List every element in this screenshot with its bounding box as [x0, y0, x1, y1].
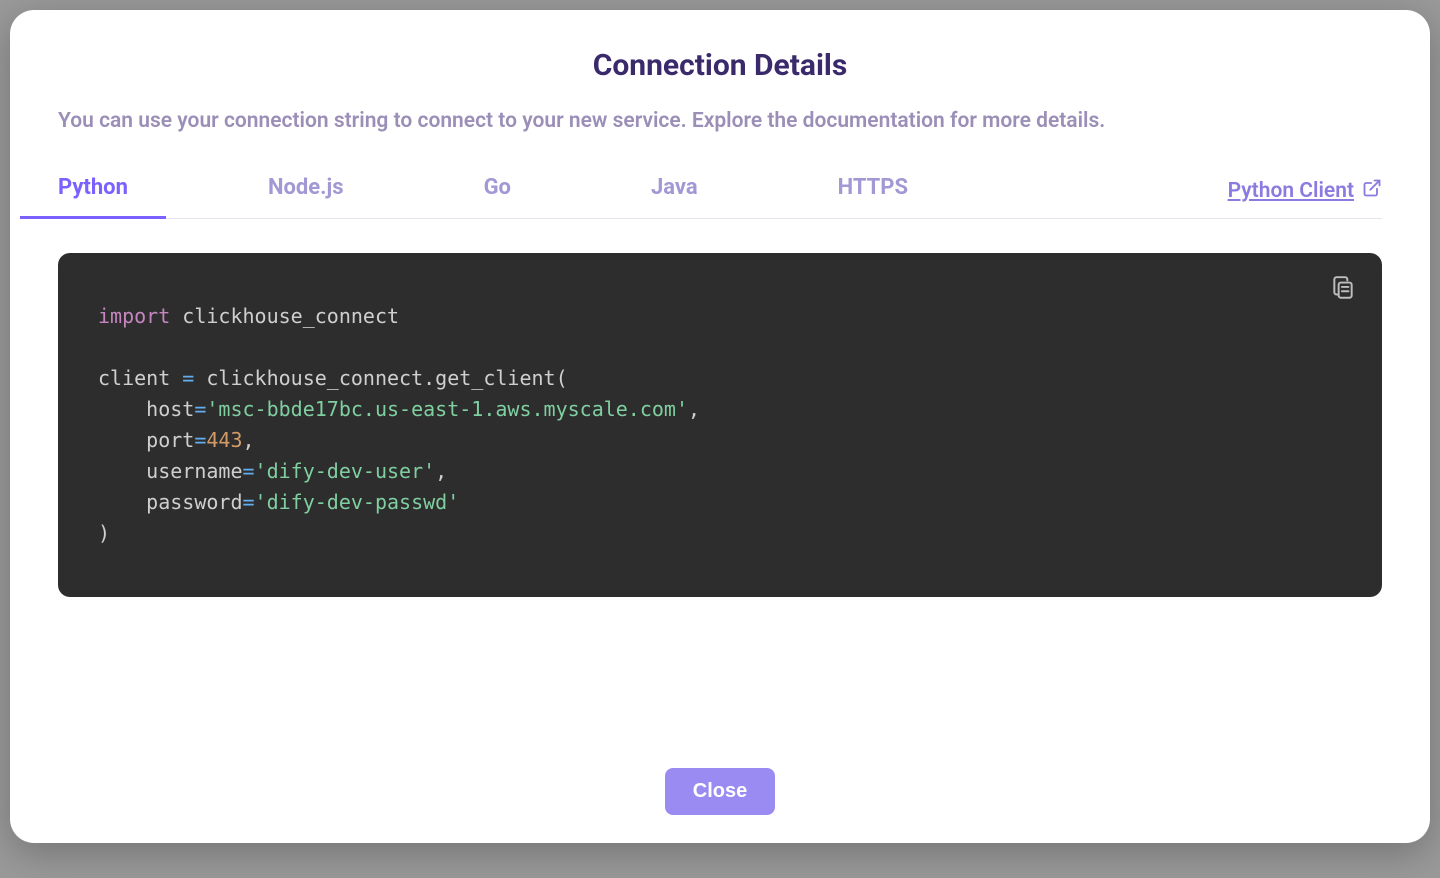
modal-title: Connection Details — [58, 48, 1382, 83]
tab-go[interactable]: Go — [484, 163, 511, 218]
code-val-user: 'dify-dev-user' — [255, 459, 436, 483]
code-keyword-import: import — [98, 304, 170, 328]
code-val-host: 'msc-bbde17bc.us-east-1.aws.myscale.com' — [206, 397, 688, 421]
code-comma1: , — [688, 397, 700, 421]
code-param-user: username — [98, 459, 243, 483]
language-tabs: Python Node.js Go Java HTTPS Python Clie… — [58, 163, 1382, 219]
doc-link-python-client[interactable]: Python Client — [1228, 178, 1382, 204]
code-comma3: , — [435, 459, 447, 483]
tab-java[interactable]: Java — [651, 163, 698, 218]
tab-python[interactable]: Python — [58, 163, 128, 218]
code-param-pass: password — [98, 490, 243, 514]
tab-nodejs[interactable]: Node.js — [268, 163, 344, 218]
copy-button[interactable] — [1326, 271, 1360, 305]
external-link-icon — [1362, 178, 1382, 204]
code-comma2: , — [243, 428, 255, 452]
code-eq4: = — [243, 459, 255, 483]
code-eq2: = — [194, 397, 206, 421]
close-button[interactable]: Close — [665, 768, 775, 815]
code-close-paren: ) — [98, 521, 110, 545]
code-snippet: import clickhouse_connect client = click… — [58, 253, 1382, 597]
doc-link-label: Python Client — [1228, 179, 1354, 203]
modal-subtitle: You can use your connection string to co… — [58, 109, 1382, 133]
tab-https[interactable]: HTTPS — [838, 163, 908, 218]
code-eq3: = — [194, 428, 206, 452]
code-val-port: 443 — [206, 428, 242, 452]
code-param-port: port — [98, 428, 194, 452]
code-eq5: = — [243, 490, 255, 514]
code-param-host: host — [98, 397, 194, 421]
code-eq: = — [182, 366, 194, 390]
code-module: clickhouse_connect — [182, 304, 399, 328]
modal-footer: Close — [58, 728, 1382, 815]
connection-details-modal: Connection Details You can use your conn… — [10, 10, 1430, 843]
code-t3a: client — [98, 366, 182, 390]
code-val-pass: 'dify-dev-passwd' — [255, 490, 460, 514]
code-content: import clickhouse_connect client = click… — [98, 301, 1342, 549]
copy-icon — [1330, 275, 1356, 301]
code-t3b: clickhouse_connect.get_client( — [194, 366, 567, 390]
